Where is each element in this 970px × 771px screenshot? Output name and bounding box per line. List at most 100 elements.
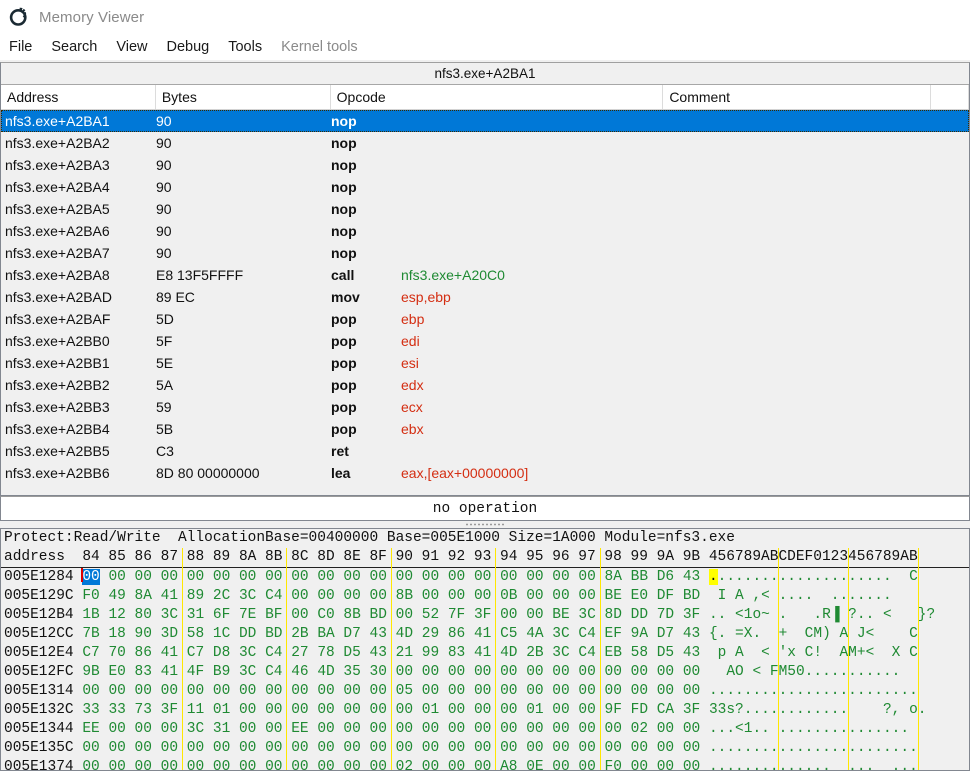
hex-byte[interactable]: 43 (370, 645, 387, 661)
hex-byte[interactable]: 00 (343, 702, 360, 718)
hex-byte[interactable]: 00 (317, 721, 334, 737)
hex-byte[interactable]: 00 (213, 569, 230, 585)
disassembler-row[interactable]: nfs3.exe+A2BAF 5D pop ebp (1, 308, 969, 330)
hex-byte[interactable]: 8D (605, 607, 622, 623)
hex-byte[interactable]: 00 (526, 721, 543, 737)
hex-byte[interactable]: 1C (213, 626, 230, 642)
hex-byte[interactable]: 00 (526, 607, 543, 623)
hex-byte[interactable]: 00 (135, 683, 152, 699)
hex-byte[interactable]: 00 (683, 664, 700, 680)
disassembler-row[interactable]: nfs3.exe+A2BA6 90 nop (1, 220, 969, 242)
hex-byte[interactable]: 00 (317, 683, 334, 699)
hex-byte[interactable]: 3F (474, 607, 491, 623)
hex-byte[interactable]: 4D (500, 645, 517, 661)
hex-byte[interactable]: F0 (82, 588, 99, 604)
disassembler-row[interactable]: nfs3.exe+A2BA7 90 nop (1, 242, 969, 264)
hex-byte[interactable]: C4 (578, 645, 595, 661)
hex-byte[interactable]: 00 (396, 721, 413, 737)
hex-byte[interactable]: 00 (317, 740, 334, 756)
hex-byte[interactable]: 00 (500, 702, 517, 718)
hex-byte[interactable]: D8 (213, 645, 230, 661)
hex-byte[interactable]: 00 (82, 740, 99, 756)
hex-byte[interactable]: D5 (657, 645, 674, 661)
hex-byte[interactable]: 41 (161, 645, 178, 661)
hex-byte[interactable]: 00 (82, 569, 100, 585)
hex-byte[interactable]: 00 (526, 569, 543, 585)
hex-byte[interactable]: 49 (108, 588, 125, 604)
hex-byte[interactable]: 00 (474, 664, 491, 680)
hex-byte[interactable]: 00 (683, 683, 700, 699)
hex-byte[interactable]: EE (291, 721, 308, 737)
hex-byte[interactable]: BB (631, 569, 648, 585)
menu-item-view[interactable]: View (116, 39, 157, 55)
hex-byte[interactable]: 00 (187, 683, 204, 699)
hex-byte[interactable]: DD (239, 626, 256, 642)
hex-byte[interactable]: 00 (500, 721, 517, 737)
hex-byte[interactable]: D7 (343, 626, 360, 642)
menu-bar[interactable]: File Search View Debug Tools Kernel tool… (0, 34, 970, 60)
hex-byte[interactable]: 86 (448, 626, 465, 642)
hex-row-ascii[interactable]: ........................ (709, 683, 918, 699)
hex-byte[interactable]: 3C (552, 645, 569, 661)
hex-row[interactable]: 005E1374 00 00 00 00 00 00 00 00 00 00 0… (1, 758, 969, 770)
hex-byte[interactable]: 90 (135, 626, 152, 642)
disassembler-column-header-address[interactable]: Address (1, 85, 156, 109)
hex-byte[interactable]: 8B (396, 588, 413, 604)
hex-row-ascii[interactable]: ........................ (709, 740, 918, 756)
hex-byte[interactable]: EE (82, 721, 99, 737)
hex-byte[interactable]: 00 (265, 569, 282, 585)
hex-byte[interactable]: 00 (578, 702, 595, 718)
hex-byte[interactable]: 46 (291, 664, 308, 680)
hex-byte[interactable]: C7 (82, 645, 99, 661)
hex-byte[interactable]: D7 (657, 626, 674, 642)
disassembler-row-list[interactable]: nfs3.exe+A2BA1 90 nop nfs3.exe+A2BA2 90 nop nf… (1, 110, 969, 495)
hex-byte[interactable]: 83 (135, 664, 152, 680)
hex-byte[interactable]: C4 (578, 626, 595, 642)
hex-byte[interactable]: 00 (422, 721, 439, 737)
hex-byte[interactable]: 2C (213, 588, 230, 604)
hex-byte[interactable]: 00 (448, 740, 465, 756)
hex-byte[interactable]: 00 (448, 759, 465, 770)
hex-byte[interactable]: 00 (500, 569, 517, 585)
hex-byte[interactable]: 00 (474, 588, 491, 604)
hex-byte[interactable]: 3F (683, 607, 700, 623)
hex-byte[interactable]: 00 (161, 759, 178, 770)
hex-byte[interactable]: 00 (370, 721, 387, 737)
hex-row[interactable]: 005E1344 EE 00 00 00 3C 31 00 00 EE 00 0… (1, 720, 969, 739)
hex-byte[interactable]: 00 (396, 569, 413, 585)
hex-byte[interactable]: 00 (82, 759, 99, 770)
hex-byte[interactable]: 7F (448, 607, 465, 623)
hex-byte[interactable]: DF (657, 588, 674, 604)
hex-byte[interactable]: 8A (605, 569, 622, 585)
hex-byte[interactable]: 00 (578, 569, 595, 585)
hex-byte[interactable]: 00 (683, 721, 700, 737)
hex-byte[interactable]: 00 (448, 683, 465, 699)
hex-byte[interactable]: 00 (370, 702, 387, 718)
hex-byte[interactable]: 00 (108, 569, 125, 585)
hex-byte[interactable]: 00 (474, 702, 491, 718)
hex-byte[interactable]: BE (605, 588, 622, 604)
hex-byte[interactable]: 00 (578, 740, 595, 756)
hex-byte[interactable]: C4 (265, 664, 282, 680)
hex-byte[interactable]: CA (657, 702, 674, 718)
hex-byte[interactable]: 0E (526, 759, 543, 770)
disassembler-row[interactable]: nfs3.exe+A2BB5 C3 ret (1, 440, 969, 462)
hex-byte[interactable]: BD (370, 607, 387, 623)
hex-byte[interactable]: 00 (500, 664, 517, 680)
hex-byte[interactable]: 00 (578, 721, 595, 737)
hex-row-ascii[interactable]: ...<1.. ............... (709, 721, 909, 737)
hex-row[interactable]: 005E1284 00 00 00 00 00 00 00 00 00 00 0… (1, 568, 969, 587)
disassembler-row[interactable]: nfs3.exe+A2BA3 90 nop (1, 154, 969, 176)
hex-byte[interactable]: 73 (135, 702, 152, 718)
hex-byte[interactable]: 31 (213, 721, 230, 737)
hex-byte[interactable]: 9A (631, 626, 648, 642)
hex-byte[interactable]: 00 (213, 683, 230, 699)
hex-row[interactable]: 005E1314 00 00 00 00 00 00 00 00 00 00 0… (1, 682, 969, 701)
panel-splitter[interactable] (0, 521, 970, 528)
hex-byte[interactable]: 00 (265, 740, 282, 756)
hex-byte[interactable]: 9F (605, 702, 622, 718)
hex-byte[interactable]: 01 (422, 702, 439, 718)
hex-byte[interactable]: 00 (161, 721, 178, 737)
menu-item-debug[interactable]: Debug (167, 39, 220, 55)
disassembler-row[interactable]: nfs3.exe+A2BA4 90 nop (1, 176, 969, 198)
